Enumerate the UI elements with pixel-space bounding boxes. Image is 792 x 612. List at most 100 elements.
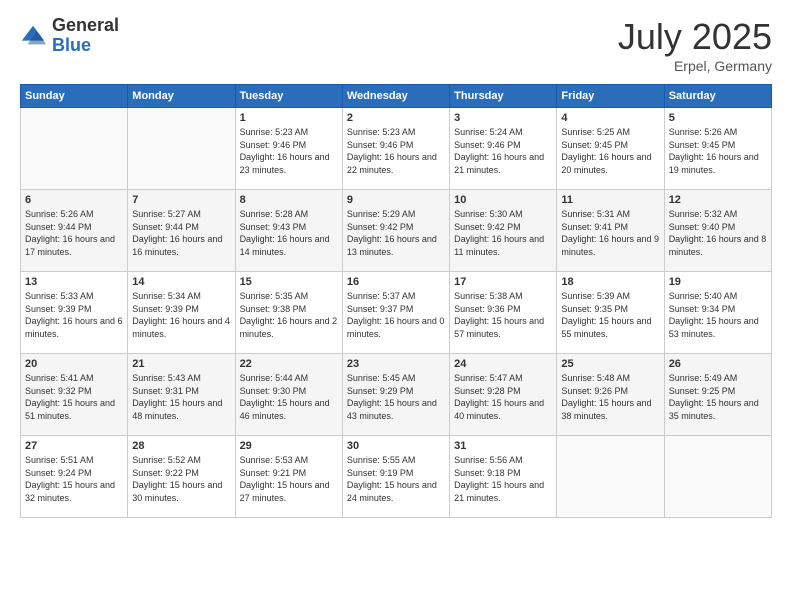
day-info-21: Sunrise: 5:43 AM Sunset: 9:31 PM Dayligh…: [132, 372, 230, 422]
day-number-14: 14: [132, 276, 230, 288]
logo-text: General Blue: [52, 16, 119, 56]
day-number-28: 28: [132, 440, 230, 452]
week-row-3: 13 Sunrise: 5:33 AM Sunset: 9:39 PM Dayli…: [21, 272, 772, 354]
week-row-2: 6Sunrise: 5:26 AM Sunset: 9:44 PM Daylig…: [21, 190, 772, 272]
logo: General Blue: [20, 16, 119, 56]
day-info-19: Sunrise: 5:40 AM Sunset: 9:34 PM Dayligh…: [669, 290, 767, 340]
calendar-cell-w3-d2: 15Sunrise: 5:35 AM Sunset: 9:38 PM Dayli…: [235, 272, 342, 354]
calendar-cell-w1-d2: 1Sunrise: 5:23 AM Sunset: 9:46 PM Daylig…: [235, 108, 342, 190]
day-info-12: Sunrise: 5:32 AM Sunset: 9:40 PM Dayligh…: [669, 208, 767, 258]
calendar-cell-w2-d2: 8Sunrise: 5:28 AM Sunset: 9:43 PM Daylig…: [235, 190, 342, 272]
calendar-cell-w4-d1: 21 Sunrise: 5:43 AM Sunset: 9:31 PM Dayli…: [128, 354, 235, 436]
day-number-31: 31: [454, 440, 552, 452]
day-info-17: Sunrise: 5:38 AM Sunset: 9:36 PM Dayligh…: [454, 290, 552, 340]
header-tuesday: Tuesday: [235, 85, 342, 108]
calendar-cell-w3-d4: 17 Sunrise: 5:38 AM Sunset: 9:36 PM Dayli…: [450, 272, 557, 354]
calendar-body: 1Sunrise: 5:23 AM Sunset: 9:46 PM Daylig…: [21, 108, 772, 518]
day-number-26: 26: [669, 358, 767, 370]
month-title: July 2025: [618, 16, 772, 58]
day-number-7: 7: [132, 194, 230, 206]
day-number-20: 20: [25, 358, 123, 370]
day-info-28: Sunrise: 5:52 AM Sunset: 9:22 PM Dayligh…: [132, 454, 230, 504]
day-number-12: 12: [669, 194, 767, 206]
day-info-22: Sunrise: 5:44 AM Sunset: 9:30 PM Dayligh…: [240, 372, 338, 422]
day-number-24: 24: [454, 358, 552, 370]
day-info-9: Sunrise: 5:29 AM Sunset: 9:42 PM Dayligh…: [347, 208, 445, 258]
calendar-cell-w2-d5: 11 Sunrise: 5:31 AM Sunset: 9:41 PM Dayli…: [557, 190, 664, 272]
calendar-cell-w2-d0: 6Sunrise: 5:26 AM Sunset: 9:44 PM Daylig…: [21, 190, 128, 272]
calendar-cell-w5-d0: 27Sunrise: 5:51 AM Sunset: 9:24 PM Dayli…: [21, 436, 128, 518]
calendar-cell-w3-d1: 14 Sunrise: 5:34 AM Sunset: 9:39 PM Dayli…: [128, 272, 235, 354]
day-number-4: 4: [561, 112, 659, 124]
header-friday: Friday: [557, 85, 664, 108]
day-info-16: Sunrise: 5:37 AM Sunset: 9:37 PM Dayligh…: [347, 290, 445, 340]
calendar-cell-w2-d3: 9Sunrise: 5:29 AM Sunset: 9:42 PM Daylig…: [342, 190, 449, 272]
location: Erpel, Germany: [618, 58, 772, 74]
day-number-21: 21: [132, 358, 230, 370]
day-number-13: 13: [25, 276, 123, 288]
day-info-11: Sunrise: 5:31 AM Sunset: 9:41 PM Dayligh…: [561, 208, 659, 258]
logo-blue-text: Blue: [52, 36, 119, 56]
week-row-5: 27Sunrise: 5:51 AM Sunset: 9:24 PM Dayli…: [21, 436, 772, 518]
day-number-19: 19: [669, 276, 767, 288]
calendar-cell-w1-d0: [21, 108, 128, 190]
calendar-cell-w5-d5: [557, 436, 664, 518]
header-monday: Monday: [128, 85, 235, 108]
logo-general-text: General: [52, 16, 119, 36]
day-number-3: 3: [454, 112, 552, 124]
header-thursday: Thursday: [450, 85, 557, 108]
calendar-cell-w2-d1: 7 Sunrise: 5:27 AM Sunset: 9:44 PM Daylig…: [128, 190, 235, 272]
calendar-cell-w1-d3: 2Sunrise: 5:23 AM Sunset: 9:46 PM Daylig…: [342, 108, 449, 190]
day-info-5: Sunrise: 5:26 AM Sunset: 9:45 PM Dayligh…: [669, 126, 767, 176]
day-info-31: Sunrise: 5:56 AM Sunset: 9:18 PM Dayligh…: [454, 454, 552, 504]
calendar-cell-w3-d0: 13 Sunrise: 5:33 AM Sunset: 9:39 PM Dayli…: [21, 272, 128, 354]
day-info-2: Sunrise: 5:23 AM Sunset: 9:46 PM Dayligh…: [347, 126, 445, 176]
day-number-10: 10: [454, 194, 552, 206]
day-info-24: Sunrise: 5:47 AM Sunset: 9:28 PM Dayligh…: [454, 372, 552, 422]
day-info-3: Sunrise: 5:24 AM Sunset: 9:46 PM Dayligh…: [454, 126, 552, 176]
day-info-1: Sunrise: 5:23 AM Sunset: 9:46 PM Dayligh…: [240, 126, 338, 176]
calendar-cell-w3-d5: 18 Sunrise: 5:39 AM Sunset: 9:35 PM Dayli…: [557, 272, 664, 354]
header: General Blue July 2025 Erpel, Germany: [20, 16, 772, 74]
week-row-4: 20Sunrise: 5:41 AM Sunset: 9:32 PM Dayli…: [21, 354, 772, 436]
day-info-27: Sunrise: 5:51 AM Sunset: 9:24 PM Dayligh…: [25, 454, 123, 504]
calendar-cell-w4-d0: 20Sunrise: 5:41 AM Sunset: 9:32 PM Dayli…: [21, 354, 128, 436]
calendar-cell-w1-d5: 4Sunrise: 5:25 AM Sunset: 9:45 PM Daylig…: [557, 108, 664, 190]
day-info-15: Sunrise: 5:35 AM Sunset: 9:38 PM Dayligh…: [240, 290, 338, 340]
calendar-cell-w5-d1: 28 Sunrise: 5:52 AM Sunset: 9:22 PM Dayli…: [128, 436, 235, 518]
day-info-18: Sunrise: 5:39 AM Sunset: 9:35 PM Dayligh…: [561, 290, 659, 340]
calendar-cell-w5-d2: 29Sunrise: 5:53 AM Sunset: 9:21 PM Dayli…: [235, 436, 342, 518]
day-number-30: 30: [347, 440, 445, 452]
day-number-18: 18: [561, 276, 659, 288]
day-info-13: Sunrise: 5:33 AM Sunset: 9:39 PM Dayligh…: [25, 290, 123, 340]
day-number-6: 6: [25, 194, 123, 206]
day-number-25: 25: [561, 358, 659, 370]
header-sunday: Sunday: [21, 85, 128, 108]
day-number-16: 16: [347, 276, 445, 288]
calendar-cell-w2-d4: 10Sunrise: 5:30 AM Sunset: 9:42 PM Dayli…: [450, 190, 557, 272]
calendar-cell-w4-d6: 26 Sunrise: 5:49 AM Sunset: 9:25 PM Dayli…: [664, 354, 771, 436]
calendar-cell-w4-d2: 22Sunrise: 5:44 AM Sunset: 9:30 PM Dayli…: [235, 354, 342, 436]
page: { "header": { "logo_general": "General",…: [0, 0, 792, 612]
calendar-cell-w3-d6: 19 Sunrise: 5:40 AM Sunset: 9:34 PM Dayli…: [664, 272, 771, 354]
logo-icon: [20, 22, 48, 50]
day-info-14: Sunrise: 5:34 AM Sunset: 9:39 PM Dayligh…: [132, 290, 230, 340]
calendar-cell-w5-d4: 31 Sunrise: 5:56 AM Sunset: 9:18 PM Dayli…: [450, 436, 557, 518]
calendar-cell-w1-d1: [128, 108, 235, 190]
day-number-5: 5: [669, 112, 767, 124]
calendar-cell-w4-d4: 24 Sunrise: 5:47 AM Sunset: 9:28 PM Dayli…: [450, 354, 557, 436]
day-number-17: 17: [454, 276, 552, 288]
day-number-8: 8: [240, 194, 338, 206]
weekday-header-row: Sunday Monday Tuesday Wednesday Thursday…: [21, 85, 772, 108]
day-number-11: 11: [561, 194, 659, 206]
week-row-1: 1Sunrise: 5:23 AM Sunset: 9:46 PM Daylig…: [21, 108, 772, 190]
header-saturday: Saturday: [664, 85, 771, 108]
calendar-cell-w4-d5: 25 Sunrise: 5:48 AM Sunset: 9:26 PM Dayli…: [557, 354, 664, 436]
day-info-7: Sunrise: 5:27 AM Sunset: 9:44 PM Dayligh…: [132, 208, 230, 258]
calendar-cell-w2-d6: 12 Sunrise: 5:32 AM Sunset: 9:40 PM Dayli…: [664, 190, 771, 272]
title-block: July 2025 Erpel, Germany: [618, 16, 772, 74]
calendar-cell-w3-d3: 16 Sunrise: 5:37 AM Sunset: 9:37 PM Dayli…: [342, 272, 449, 354]
day-info-25: Sunrise: 5:48 AM Sunset: 9:26 PM Dayligh…: [561, 372, 659, 422]
day-info-26: Sunrise: 5:49 AM Sunset: 9:25 PM Dayligh…: [669, 372, 767, 422]
calendar-cell-w5-d6: [664, 436, 771, 518]
